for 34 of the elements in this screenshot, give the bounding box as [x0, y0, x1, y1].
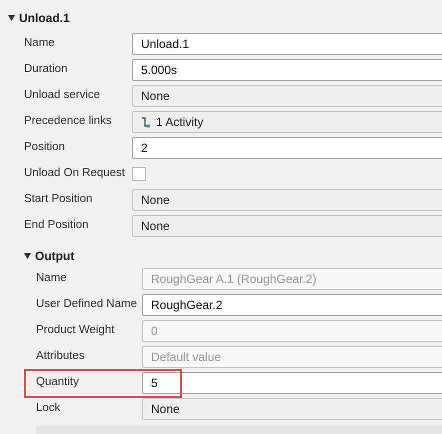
dropdown-field[interactable]: None [132, 189, 442, 211]
dropdown-field[interactable]: None [132, 215, 442, 237]
property-label: User Defined Name [36, 297, 138, 310]
property-label: Precedence links [24, 114, 113, 127]
text-field[interactable]: Unload.1 [132, 33, 442, 55]
property-label: Duration [24, 62, 68, 75]
property-label: Position [24, 140, 66, 153]
text-field[interactable]: 2 [132, 137, 442, 159]
section-title: Unload.1 [19, 11, 70, 25]
link-field[interactable]: 1 Activity [132, 111, 442, 133]
property-label: Start Position [24, 192, 94, 205]
property-label: Lock [36, 401, 62, 414]
property-label: Quantity [36, 375, 80, 388]
link-text: 1 Activity [156, 115, 204, 129]
checkbox[interactable] [132, 167, 146, 181]
link-icon [141, 116, 150, 128]
subsection-title: Output [35, 249, 74, 263]
dropdown-field[interactable]: None [132, 85, 442, 107]
property-label: End Position [24, 218, 90, 231]
property-label: Product Weight [36, 323, 116, 336]
collapse-icon[interactable] [24, 253, 31, 259]
text-field[interactable]: 5 [142, 372, 442, 394]
text-field[interactable]: RoughGear.2 [142, 294, 442, 316]
property-label: Unload On Request [24, 166, 126, 179]
collapse-icon[interactable] [8, 15, 15, 21]
property-label: Attributes [36, 349, 86, 362]
dropdown-field[interactable]: None [142, 398, 442, 420]
property-label: Name [24, 36, 56, 49]
text-field[interactable]: 5.000s [132, 59, 442, 81]
property-label: Name [36, 271, 68, 284]
readonly-field: RoughGear A.1 (RoughGear.2) [142, 268, 442, 290]
readonly-field: 0 [142, 320, 442, 342]
property-label: Unload service [24, 88, 102, 101]
readonly-field: Default value [142, 346, 442, 368]
